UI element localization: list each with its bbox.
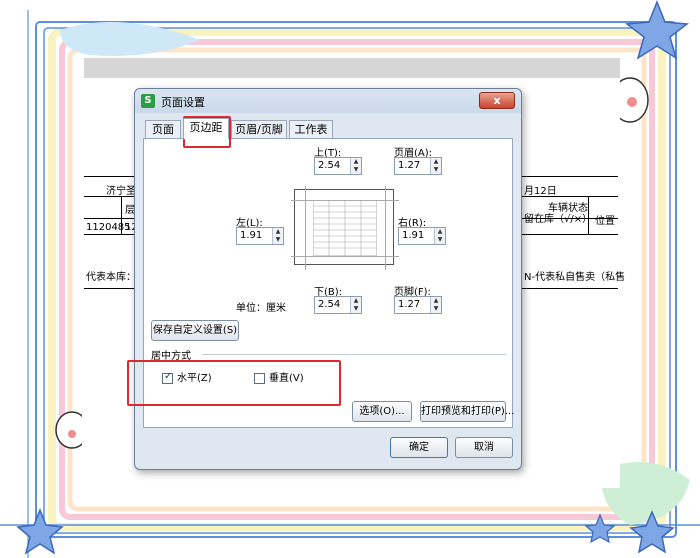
ok-button[interactable]: 确定 <box>390 437 448 458</box>
arrow-down-icon[interactable]: ▼ <box>351 166 361 174</box>
right-margin-value: 1.91 <box>402 230 425 241</box>
stepper-arrows: ▲ ▼ <box>430 158 441 174</box>
stepper-arrows: ▲ ▼ <box>272 228 283 244</box>
margin-guide-line <box>305 186 306 270</box>
sheet-cell: 留在库（√/×） <box>524 214 593 225</box>
arrow-down-icon[interactable]: ▼ <box>435 236 445 244</box>
arrow-up-icon[interactable]: ▲ <box>351 297 361 305</box>
left-margin-stepper[interactable]: 1.91 ▲ ▼ <box>236 227 284 245</box>
bottom-margin-value: 2.54 <box>318 299 341 310</box>
print-preview-button[interactable]: 打印预览和打印(P)... <box>420 401 514 422</box>
sheet-gray-strip <box>84 58 620 78</box>
dialog-titlebar[interactable]: S 页面设置 x <box>135 89 521 113</box>
close-button[interactable]: x <box>479 92 515 109</box>
right-margin-stepper[interactable]: 1.91 ▲ ▼ <box>398 227 446 245</box>
top-margin-stepper[interactable]: 2.54 ▲ ▼ <box>314 157 362 175</box>
wps-spreadsheet-icon: S <box>141 94 155 108</box>
arrow-down-icon[interactable]: ▼ <box>351 305 361 313</box>
arrow-down-icon[interactable]: ▼ <box>431 166 441 174</box>
left-margin-value: 1.91 <box>240 230 263 241</box>
stepper-arrows: ▲ ▼ <box>350 297 361 313</box>
stepper-arrows: ▲ ▼ <box>434 228 445 244</box>
sheet-cell: N-代表私自售卖（私售 <box>524 272 626 283</box>
highlight-centering-options <box>127 360 341 406</box>
close-icon: x <box>493 94 501 107</box>
arrow-up-icon[interactable]: ▲ <box>431 158 441 166</box>
arrow-up-icon[interactable]: ▲ <box>351 158 361 166</box>
header-margin-value: 1.27 <box>398 160 421 171</box>
stepper-arrows: ▲ ▼ <box>430 297 441 313</box>
save-custom-settings-button[interactable]: 保存自定义设置(S) <box>151 320 239 341</box>
sheet-cell: 济宁圣 <box>106 186 136 197</box>
cancel-button[interactable]: 取消 <box>455 437 513 458</box>
dialog-title: 页面设置 <box>161 96 205 109</box>
sheet-cell: 月12日 <box>524 186 557 197</box>
footer-margin-stepper[interactable]: 1.27 ▲ ▼ <box>394 296 442 314</box>
arrow-up-icon[interactable]: ▲ <box>273 228 283 236</box>
preview-table-grid <box>313 200 377 256</box>
arrow-up-icon[interactable]: ▲ <box>435 228 445 236</box>
margin-guide-line <box>291 256 399 257</box>
page-preview <box>291 186 399 270</box>
stepper-arrows: ▲ ▼ <box>350 158 361 174</box>
options-button[interactable]: 选项(O)... <box>352 401 412 422</box>
arrow-down-icon[interactable]: ▼ <box>431 305 441 313</box>
margin-guide-line <box>291 200 399 201</box>
tab-margins[interactable]: 页边距 <box>183 118 229 139</box>
group-divider <box>202 354 506 355</box>
unit-label: 单位：厘米 <box>236 303 286 314</box>
margin-guide-line <box>385 186 386 270</box>
footer-margin-value: 1.27 <box>398 299 421 310</box>
header-margin-stepper[interactable]: 1.27 ▲ ▼ <box>394 157 442 175</box>
tab-page[interactable]: 页面 <box>145 120 181 138</box>
sheet-cell: 位置 <box>595 216 615 227</box>
tab-header-footer[interactable]: 页眉/页脚 <box>231 120 287 138</box>
tab-sheet[interactable]: 工作表 <box>289 120 333 138</box>
top-margin-value: 2.54 <box>318 160 341 171</box>
arrow-down-icon[interactable]: ▼ <box>273 236 283 244</box>
arrow-up-icon[interactable]: ▲ <box>431 297 441 305</box>
sheet-cell: 1120485 <box>86 222 131 233</box>
bottom-margin-stepper[interactable]: 2.54 ▲ ▼ <box>314 296 362 314</box>
